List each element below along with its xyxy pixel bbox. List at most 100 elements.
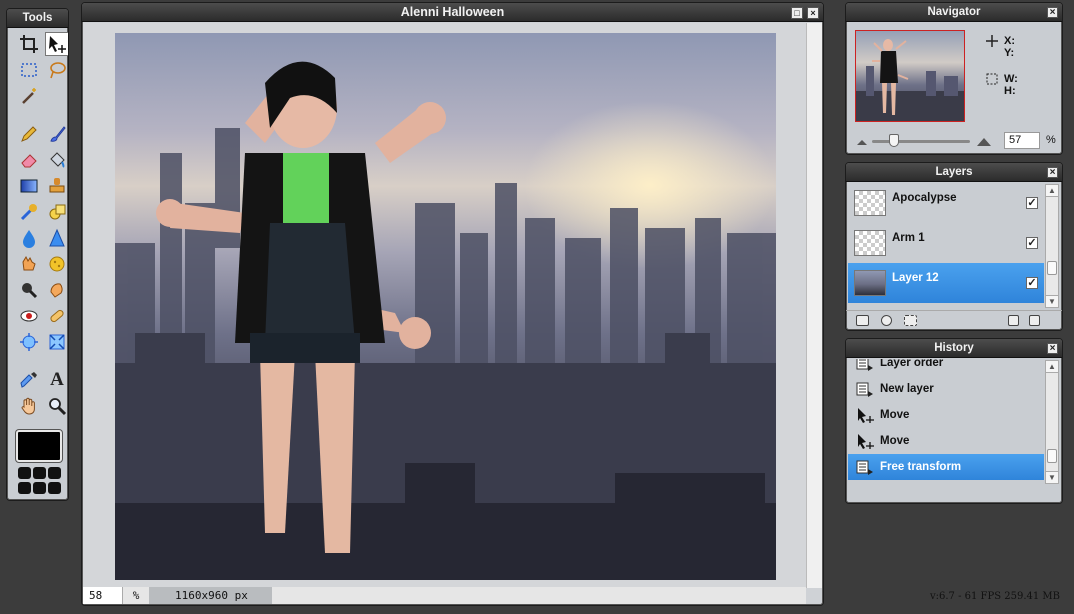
- move-icon[interactable]: [45, 32, 68, 56]
- bloat-icon[interactable]: [17, 330, 41, 354]
- layer-visibility-checkbox[interactable]: ✓: [1026, 237, 1038, 249]
- document-status-bar: 58 % 1160x960 px: [83, 587, 806, 604]
- scroll-handle[interactable]: [1047, 261, 1057, 275]
- pinch-icon[interactable]: [45, 330, 68, 354]
- history-label: Layer order: [880, 359, 944, 369]
- color-replace-icon[interactable]: [17, 200, 41, 224]
- canvas-image[interactable]: [115, 33, 776, 580]
- layer-visibility-checkbox[interactable]: ✓: [1026, 197, 1038, 209]
- paint-bucket-icon[interactable]: [45, 148, 68, 172]
- navigator-panel: Navigator × X: Y: W: H: 57 %: [845, 2, 1063, 155]
- document-window: Alenni Halloween □ × 58 % 1160x960 px: [81, 2, 824, 606]
- selection-size-icon: [986, 73, 998, 85]
- h-label: H:: [1004, 85, 1016, 97]
- canvas-area[interactable]: [83, 23, 806, 588]
- gradient-icon[interactable]: [17, 174, 41, 198]
- swatch[interactable]: [18, 467, 31, 479]
- layer-mask-icon[interactable]: [881, 315, 892, 326]
- eraser-icon[interactable]: [17, 148, 41, 172]
- primary-color-swatch[interactable]: [16, 430, 62, 462]
- red-eye-icon[interactable]: [17, 304, 41, 328]
- layer-row-layer-12[interactable]: Layer 12 ✓: [848, 263, 1044, 303]
- history-label: New layer: [880, 383, 934, 395]
- type-icon[interactable]: A: [45, 368, 68, 392]
- scroll-down-icon[interactable]: ▼: [1046, 295, 1058, 307]
- close-icon[interactable]: ×: [1047, 343, 1058, 354]
- vertical-scrollbar[interactable]: [806, 23, 822, 588]
- marquee-icon[interactable]: [17, 58, 41, 82]
- blur-icon[interactable]: [17, 226, 41, 250]
- layers-title: Layers ×: [846, 163, 1062, 182]
- history-item-selected[interactable]: Free transform: [848, 454, 1044, 480]
- close-icon[interactable]: ×: [1047, 7, 1058, 18]
- navigator-thumbnail[interactable]: [855, 30, 965, 122]
- history-label: Free transform: [880, 461, 962, 473]
- swatch[interactable]: [48, 482, 61, 494]
- layer-row-arm-1[interactable]: Arm 1 ✓: [848, 223, 1044, 263]
- move-icon: [858, 434, 874, 449]
- layer-style-icon[interactable]: [904, 315, 917, 326]
- eyedropper-icon[interactable]: [17, 368, 41, 392]
- history-scrollbar[interactable]: ▲ ▼: [1045, 360, 1059, 484]
- layers-panel: Layers × Apocalypse ✓ Arm 1 ✓ Layer 12 ✓…: [845, 162, 1063, 331]
- layer-settings-icon[interactable]: [856, 315, 869, 326]
- swatch[interactable]: [33, 467, 46, 479]
- zoom-icon[interactable]: [45, 394, 68, 418]
- dodge-icon[interactable]: [45, 278, 68, 302]
- swatch[interactable]: [18, 482, 31, 494]
- magic-wand-icon[interactable]: [17, 84, 41, 108]
- trash-icon[interactable]: [1029, 315, 1040, 326]
- zoom-slider-handle[interactable]: [889, 134, 899, 147]
- tool-grid: A: [7, 28, 68, 418]
- sponge-icon[interactable]: [45, 252, 68, 276]
- zoom-out-icon[interactable]: [856, 136, 868, 146]
- layers-title-text: Layers: [935, 166, 973, 178]
- history-item[interactable]: New layer: [848, 376, 1044, 402]
- smudge-icon[interactable]: [17, 252, 41, 276]
- sharpen-icon[interactable]: [45, 226, 68, 250]
- swatch[interactable]: [48, 467, 61, 479]
- history-list: Layer order New layer Move Move Free tra…: [848, 359, 1044, 485]
- zoom-slider-track[interactable]: [872, 140, 970, 143]
- tools-title: Tools: [7, 9, 68, 28]
- crop-icon[interactable]: [17, 32, 41, 56]
- layer-visibility-checkbox[interactable]: ✓: [1026, 277, 1038, 289]
- move-icon: [858, 408, 874, 423]
- close-icon[interactable]: ×: [1047, 167, 1058, 178]
- scroll-up-icon[interactable]: ▲: [1046, 361, 1058, 373]
- maximize-icon[interactable]: □: [791, 7, 803, 19]
- new-layer-icon[interactable]: [1008, 315, 1019, 326]
- brush-icon[interactable]: [45, 122, 68, 146]
- layer-name: Apocalypse: [892, 192, 957, 204]
- history-label: Move: [880, 409, 910, 421]
- zoom-input[interactable]: 58: [83, 587, 123, 604]
- history-title-text: History: [934, 342, 974, 354]
- pencil-icon[interactable]: [17, 122, 41, 146]
- history-item[interactable]: Move: [848, 402, 1044, 428]
- hand-icon[interactable]: [17, 394, 41, 418]
- layers-footer: [846, 310, 1062, 330]
- history-label: Move: [880, 435, 910, 447]
- layer-thumbnail: [854, 270, 886, 296]
- version-info: v:6.7 - 61 FPS 259.41 MB: [929, 591, 1060, 602]
- navigator-zoom-input[interactable]: 57: [1004, 132, 1040, 149]
- layer-row-apocalypse[interactable]: Apocalypse ✓: [848, 183, 1044, 223]
- tools-panel: Tools A: [6, 8, 69, 501]
- close-icon[interactable]: ×: [807, 7, 819, 19]
- burn-icon[interactable]: [17, 278, 41, 302]
- lasso-icon[interactable]: [45, 58, 68, 82]
- history-item[interactable]: Move: [848, 428, 1044, 454]
- scroll-up-icon[interactable]: ▲: [1046, 185, 1058, 197]
- scroll-handle[interactable]: [1047, 449, 1057, 463]
- swatch[interactable]: [33, 482, 46, 494]
- spot-heal-icon[interactable]: [45, 304, 68, 328]
- scroll-down-icon[interactable]: ▼: [1046, 471, 1058, 483]
- shape-icon[interactable]: [45, 200, 68, 224]
- layers-scrollbar[interactable]: ▲ ▼: [1045, 184, 1059, 308]
- navigator-title: Navigator ×: [846, 3, 1062, 22]
- zoom-in-icon[interactable]: [976, 135, 992, 147]
- clone-stamp-icon[interactable]: [45, 174, 68, 198]
- layer-thumbnail: [854, 230, 886, 256]
- history-item[interactable]: Layer order: [848, 359, 1044, 376]
- swatch-grid: [7, 462, 68, 494]
